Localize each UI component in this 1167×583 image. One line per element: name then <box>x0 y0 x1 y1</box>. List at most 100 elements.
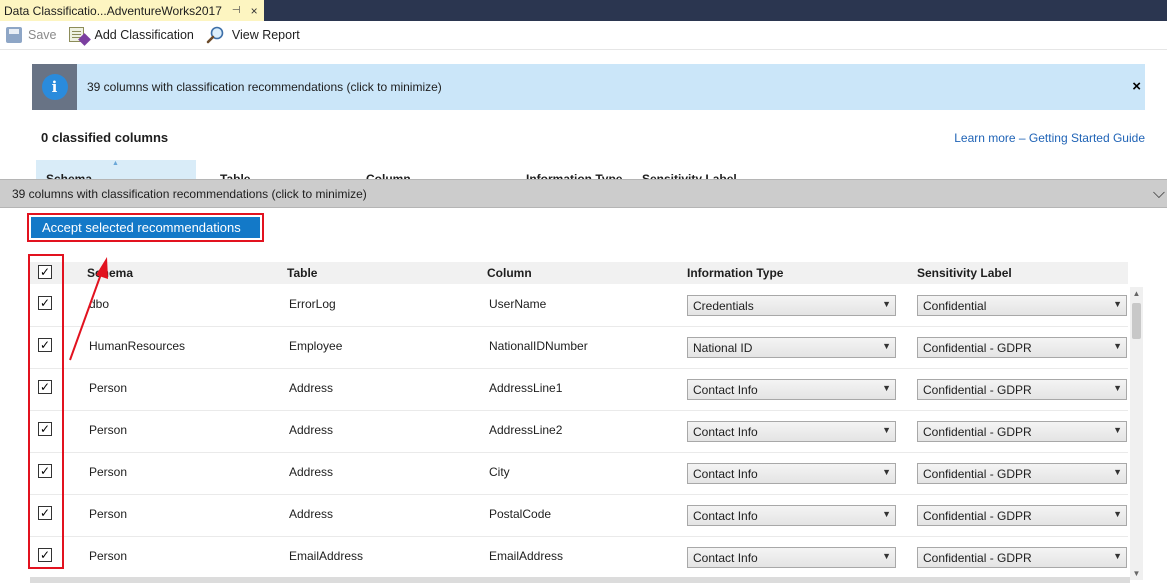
info-icon: i <box>41 74 68 100</box>
cell-column: UserName <box>489 297 547 311</box>
sensitivity-label-dropdown[interactable]: Confidential - GDPR ▼ <box>917 421 1127 442</box>
sensitivity-label-value: Confidential - GDPR <box>923 382 1032 397</box>
horizontal-scrollbar[interactable] <box>30 577 1130 583</box>
information-type-value: Contact Info <box>693 550 758 565</box>
dropdown-arrow-icon: ▼ <box>882 383 891 393</box>
table-row: ✓ HumanResources Employee NationalIDNumb… <box>30 327 1128 369</box>
information-type-dropdown[interactable]: Contact Info ▼ <box>687 421 896 442</box>
info-panel: i <box>32 64 77 110</box>
cell-column: AddressLine1 <box>489 381 563 395</box>
banner-text: 39 columns with classification recommend… <box>87 80 442 94</box>
sensitivity-label-dropdown[interactable]: Confidential ▼ <box>917 295 1127 316</box>
information-type-value: National ID <box>693 340 753 355</box>
cell-column: PostalCode <box>489 507 552 521</box>
dropdown-arrow-icon: ▼ <box>882 425 891 435</box>
table-row: ✓ Person EmailAddress EmailAddress Conta… <box>30 537 1128 579</box>
cell-table: Address <box>289 465 334 479</box>
document-tab[interactable]: Data Classificatio...AdventureWorks2017 … <box>0 0 264 21</box>
close-tab-icon[interactable]: × <box>251 4 258 18</box>
header-table[interactable]: Table <box>287 266 317 280</box>
information-type-dropdown[interactable]: Contact Info ▼ <box>687 547 896 568</box>
accept-selected-recommendations-button[interactable]: Accept selected recommendations <box>31 217 260 238</box>
table-row: ✓ Person Address AddressLine2 Contact In… <box>30 411 1128 453</box>
chevron-down-icon[interactable]: ⌵ <box>1153 185 1165 203</box>
sensitivity-label-value: Confidential - GDPR <box>923 424 1032 439</box>
header-sensitivity-label[interactable]: Sensitivity Label <box>917 266 1012 280</box>
dropdown-arrow-icon: ▼ <box>1113 425 1122 435</box>
cell-schema: Person <box>89 549 128 563</box>
header-information-type[interactable]: Information Type <box>687 266 783 280</box>
information-type-dropdown[interactable]: Contact Info ▼ <box>687 463 896 484</box>
dropdown-arrow-icon: ▼ <box>882 551 891 561</box>
vertical-scrollbar[interactable]: ▲ ▼ <box>1130 287 1143 580</box>
sensitivity-label-value: Confidential - GDPR <box>923 466 1032 481</box>
cell-table: Address <box>289 381 334 395</box>
document-tab-title: Data Classificatio...AdventureWorks2017 <box>4 3 222 18</box>
dropdown-arrow-icon: ▼ <box>1113 467 1122 477</box>
table-row: ✓ Person Address City Contact Info ▼ Conf… <box>30 453 1128 495</box>
table-row: ✓ Person Address PostalCode Contact Info… <box>30 495 1128 537</box>
information-type-dropdown[interactable]: National ID ▼ <box>687 337 896 358</box>
cell-schema: Person <box>89 507 128 521</box>
information-type-value: Contact Info <box>693 466 758 481</box>
magnifier-icon <box>206 26 224 44</box>
add-classification-button[interactable]: Add Classification <box>63 22 200 48</box>
information-type-dropdown[interactable]: Contact Info ▼ <box>687 379 896 400</box>
cell-table: Employee <box>289 339 343 353</box>
view-report-label: View Report <box>231 28 300 42</box>
sensitivity-label-value: Confidential - GDPR <box>923 508 1032 523</box>
information-type-value: Contact Info <box>693 424 758 439</box>
toolbar: Save Add Classification View Report <box>0 21 1167 50</box>
cell-schema: Person <box>89 423 128 437</box>
add-classification-icon <box>68 26 91 46</box>
recommendations-bar[interactable]: 39 columns with classification recommend… <box>0 179 1167 208</box>
classified-count: 0 classified columns <box>41 130 169 145</box>
sensitivity-label-value: Confidential <box>923 298 987 313</box>
table-row: ✓ Person Address AddressLine1 Contact In… <box>30 369 1128 411</box>
cell-column: NationalIDNumber <box>489 339 588 353</box>
header-column[interactable]: Column <box>487 266 532 280</box>
scroll-up-icon[interactable]: ▲ <box>1130 287 1143 300</box>
sensitivity-label-dropdown[interactable]: Confidential - GDPR ▼ <box>917 505 1127 526</box>
table-row: ✓ dbo ErrorLog UserName Credentials ▼ Con… <box>30 285 1128 327</box>
information-type-dropdown[interactable]: Contact Info ▼ <box>687 505 896 526</box>
sensitivity-label-value: Confidential - GDPR <box>923 550 1032 565</box>
header-schema[interactable]: Schema <box>87 266 133 280</box>
sensitivity-label-dropdown[interactable]: Confidential - GDPR ▼ <box>917 547 1127 568</box>
recommendations-grid-header: ✓ Schema Table Column Information Type S… <box>30 262 1128 284</box>
banner-close-icon[interactable]: × <box>1132 78 1141 95</box>
scroll-down-icon[interactable]: ▼ <box>1130 567 1143 580</box>
sensitivity-label-dropdown[interactable]: Confidential - GDPR ▼ <box>917 379 1127 400</box>
view-report-button[interactable]: View Report <box>200 22 306 48</box>
sensitivity-label-dropdown[interactable]: Confidential - GDPR ▼ <box>917 463 1127 484</box>
sensitivity-label-dropdown[interactable]: Confidential - GDPR ▼ <box>917 337 1127 358</box>
save-icon <box>6 27 22 43</box>
dropdown-arrow-icon: ▼ <box>882 509 891 519</box>
cell-table: EmailAddress <box>289 549 364 563</box>
information-type-value: Contact Info <box>693 382 758 397</box>
cell-column: AddressLine2 <box>489 423 563 437</box>
cell-column: EmailAddress <box>489 549 564 563</box>
cell-schema: Person <box>89 465 128 479</box>
save-label: Save <box>28 28 57 42</box>
save-button[interactable]: Save <box>0 22 63 48</box>
learn-more-link[interactable]: Learn more – Getting Started Guide <box>954 131 1145 145</box>
accept-button-highlight: Accept selected recommendations <box>27 213 264 242</box>
dropdown-arrow-icon: ▼ <box>1113 509 1122 519</box>
recommendations-banner[interactable]: i 39 columns with classification recomme… <box>32 64 1145 110</box>
dropdown-arrow-icon: ▼ <box>882 299 891 309</box>
cell-table: ErrorLog <box>289 297 336 311</box>
sort-ascending-icon: ▲ <box>112 160 119 167</box>
cell-table: Address <box>289 507 334 521</box>
checkbox-column-highlight <box>28 254 64 569</box>
recommendations-bar-text: 39 columns with classification recommend… <box>12 186 367 201</box>
classified-grid-header: ▲ Schema Table Column Information Type S… <box>36 160 836 180</box>
scrollbar-thumb[interactable] <box>1132 303 1141 339</box>
dropdown-arrow-icon: ▼ <box>1113 299 1122 309</box>
pin-icon[interactable]: ⊣ <box>232 5 241 16</box>
cell-schema: HumanResources <box>89 339 186 353</box>
document-tab-strip: Data Classificatio...AdventureWorks2017 … <box>0 0 1167 21</box>
cell-column: City <box>489 465 510 479</box>
information-type-dropdown[interactable]: Credentials ▼ <box>687 295 896 316</box>
sensitivity-label-value: Confidential - GDPR <box>923 340 1032 355</box>
